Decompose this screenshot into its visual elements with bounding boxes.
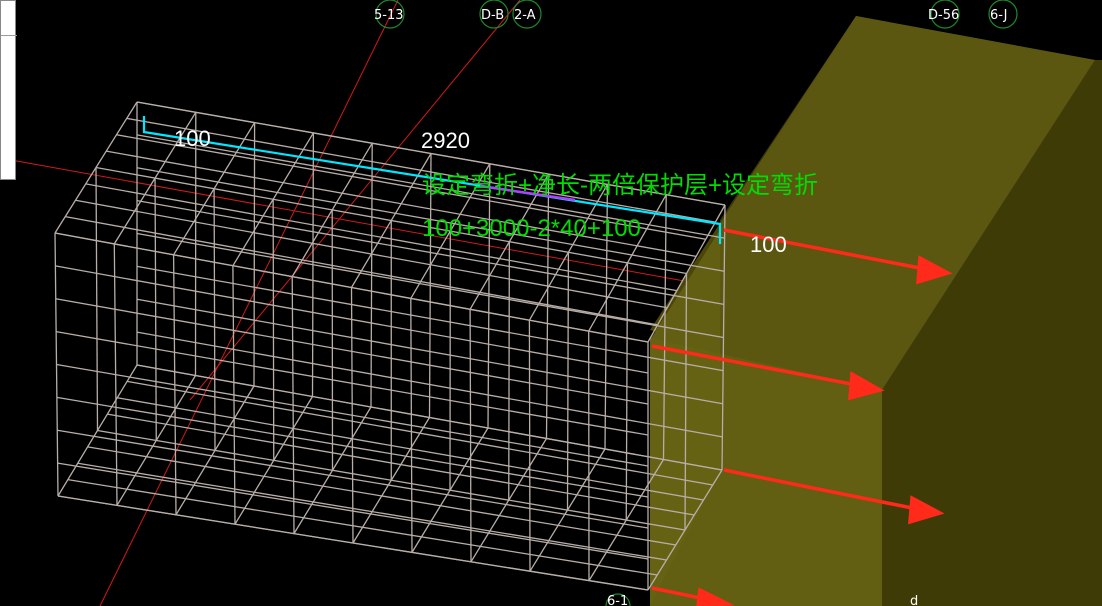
dimension-left-bend: 100 [174, 126, 211, 151]
axis-label-5-13: 5-13 [374, 8, 404, 23]
inner-tie [213, 188, 216, 451]
formula-description: 设定弯折+净长-两倍保护层+设定弯折 [422, 172, 818, 199]
formula-expression: 100+3000-2*40+100 [422, 215, 641, 242]
axis-label-d-b: D-B [481, 8, 504, 23]
axis-label-6-j: 6-J [990, 8, 1008, 23]
inner-tie [508, 241, 511, 501]
axis-label-6-1: 6-1 [607, 594, 628, 606]
axis-label-d: d [910, 594, 918, 606]
dimension-total: 2920 [421, 128, 470, 153]
inner-tie [272, 199, 275, 461]
axis-label-2-a: 2-A [514, 8, 536, 23]
side-panel-divider [1, 35, 17, 36]
side-panel[interactable] [0, 0, 17, 180]
dimension-right-bend: 100 [750, 232, 787, 257]
axis-label-d-56: D-56 [928, 8, 959, 23]
inner-tie [566, 252, 570, 511]
3d-viewport[interactable]: 5-13 D-B 2-A D-56 6-J 6-1 d 100 2920 100… [0, 0, 1102, 606]
